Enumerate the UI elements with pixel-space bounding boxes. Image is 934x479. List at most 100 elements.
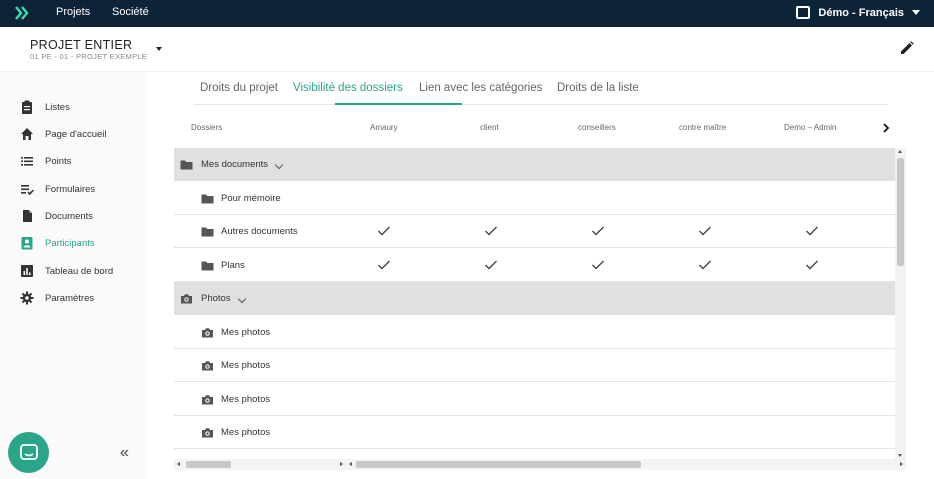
checkmark-icon[interactable] [698,259,712,271]
visibility-cell[interactable] [805,426,819,438]
sidebar-item-page-accueil[interactable]: Page d'accueil [20,125,107,143]
vertical-scrollbar[interactable] [895,148,906,459]
visibility-cell[interactable] [377,393,391,405]
visibility-cell[interactable] [698,393,712,405]
checkmark-icon[interactable] [377,259,391,271]
folder-icon [201,261,214,270]
visibility-cell[interactable] [591,158,605,170]
folder-group-row[interactable]: Photos [174,282,895,315]
tab-lien-avec-les-categories[interactable]: Lien avec les catégories [419,82,542,94]
horizontal-scroll-thumb-left[interactable] [186,461,231,468]
visibility-cell[interactable] [805,359,819,371]
sidebar-item-formulaires[interactable]: Formulaires [20,180,95,198]
sidebar-item-label: Documents [45,210,94,222]
visibility-cell[interactable] [591,359,605,371]
visibility-cell[interactable] [698,326,712,338]
visibility-cell[interactable] [484,393,498,405]
visibility-cell[interactable] [377,158,391,170]
visibility-cell[interactable] [698,426,712,438]
tab-visibilite-des-dossiers[interactable]: Visibilité des dossiers [293,82,403,94]
visibility-cell[interactable] [484,158,498,170]
visibility-cell[interactable] [805,292,819,304]
camera-icon [202,361,213,371]
visibility-cell[interactable] [377,292,391,304]
horizontal-scrollbar-right[interactable] [346,459,906,470]
tab-droits-de-la-liste[interactable]: Droits de la liste [557,82,639,94]
visibility-cell[interactable] [484,359,498,371]
sidebar-item-label: Tableau de bord [45,265,114,277]
scroll-right-arrow-icon[interactable] [340,462,343,466]
checkmark-icon[interactable] [484,225,498,237]
folder-group-row[interactable]: Mes documents [174,148,895,181]
checkmark-icon[interactable] [377,225,391,237]
visibility-cell[interactable] [484,192,498,204]
sidebar-item-parametres[interactable]: Paramètres [20,289,94,307]
chevron-down-icon[interactable] [274,160,284,170]
chevron-down-icon[interactable] [237,294,247,304]
sidebar: Listes Page d'accueil Points Formulaires… [0,72,146,479]
nav-link-projets[interactable]: Projets [56,6,90,18]
visibility-cell[interactable] [591,292,605,304]
sidebar-item-points[interactable]: Points [20,152,71,170]
checkmark-icon[interactable] [484,259,498,271]
messages-icon[interactable] [796,6,811,19]
checkmark-icon[interactable] [698,225,712,237]
visibility-cell[interactable] [805,192,819,204]
folder-name: Mes documents [201,159,269,170]
scroll-left-arrow-icon[interactable] [349,462,352,466]
visibility-cell[interactable] [377,359,391,371]
visibility-cell[interactable] [591,192,605,204]
vertical-scroll-thumb[interactable] [897,158,904,266]
project-title[interactable]: PROJET ENTIER [30,38,132,52]
folder-row[interactable]: Autres documents [174,215,895,248]
checkmark-icon[interactable] [805,259,819,271]
visibility-cell[interactable] [805,393,819,405]
visibility-cell[interactable] [591,426,605,438]
scroll-right-arrow-icon[interactable] [900,462,903,466]
visibility-cell[interactable] [484,326,498,338]
visibility-cell[interactable] [805,326,819,338]
folder-icon [201,227,214,237]
checkmark-icon[interactable] [591,225,605,237]
folder-row[interactable]: Plans [174,249,895,282]
visibility-cell[interactable] [591,326,605,338]
edit-pencil-icon[interactable] [900,41,914,55]
sidebar-item-tableau-de-bord[interactable]: Tableau de bord [20,262,113,280]
chevron-right-icon[interactable] [880,122,892,134]
tab-droits-du-projet[interactable]: Droits du projet [200,82,278,94]
folder-name: Mes photos [221,360,271,371]
visibility-cell[interactable] [805,158,819,170]
chat-launcher-button[interactable] [8,432,49,473]
folder-row[interactable]: Mes photos [174,316,895,349]
checkmark-icon[interactable] [591,259,605,271]
column-header-amaury: Amaury [370,123,398,132]
sidebar-item-participants[interactable]: Participants [20,234,95,252]
checkmark-icon[interactable] [805,225,819,237]
scroll-up-arrow-icon[interactable] [898,150,902,153]
visibility-cell[interactable] [698,359,712,371]
visibility-cell[interactable] [377,326,391,338]
project-dropdown-icon[interactable] [156,47,162,51]
visibility-cell[interactable] [377,426,391,438]
nav-link-societe[interactable]: Société [112,6,149,18]
visibility-cell[interactable] [484,426,498,438]
visibility-cell[interactable] [591,393,605,405]
horizontal-scroll-thumb-right[interactable] [356,461,641,468]
horizontal-scrollbar-left[interactable] [174,459,346,470]
visibility-cell[interactable] [698,158,712,170]
visibility-cell[interactable] [377,192,391,204]
sidebar-item-listes[interactable]: Listes [20,98,70,116]
visibility-cell[interactable] [484,292,498,304]
folder-row[interactable]: Mes photos [174,383,895,416]
collapse-sidebar-button[interactable]: « [120,444,129,462]
scroll-down-arrow-icon[interactable] [898,454,902,457]
folder-row[interactable]: Mes photos [174,349,895,382]
folder-row[interactable]: Pour mémoire [174,182,895,215]
app-logo-icon[interactable] [14,5,30,21]
sidebar-item-documents[interactable]: Documents [20,207,93,225]
user-menu[interactable]: Démo - Français [796,6,920,19]
visibility-cell[interactable] [698,192,712,204]
folder-row[interactable]: Mes photos [174,416,895,449]
visibility-cell[interactable] [698,292,712,304]
scroll-left-arrow-icon[interactable] [177,462,180,466]
